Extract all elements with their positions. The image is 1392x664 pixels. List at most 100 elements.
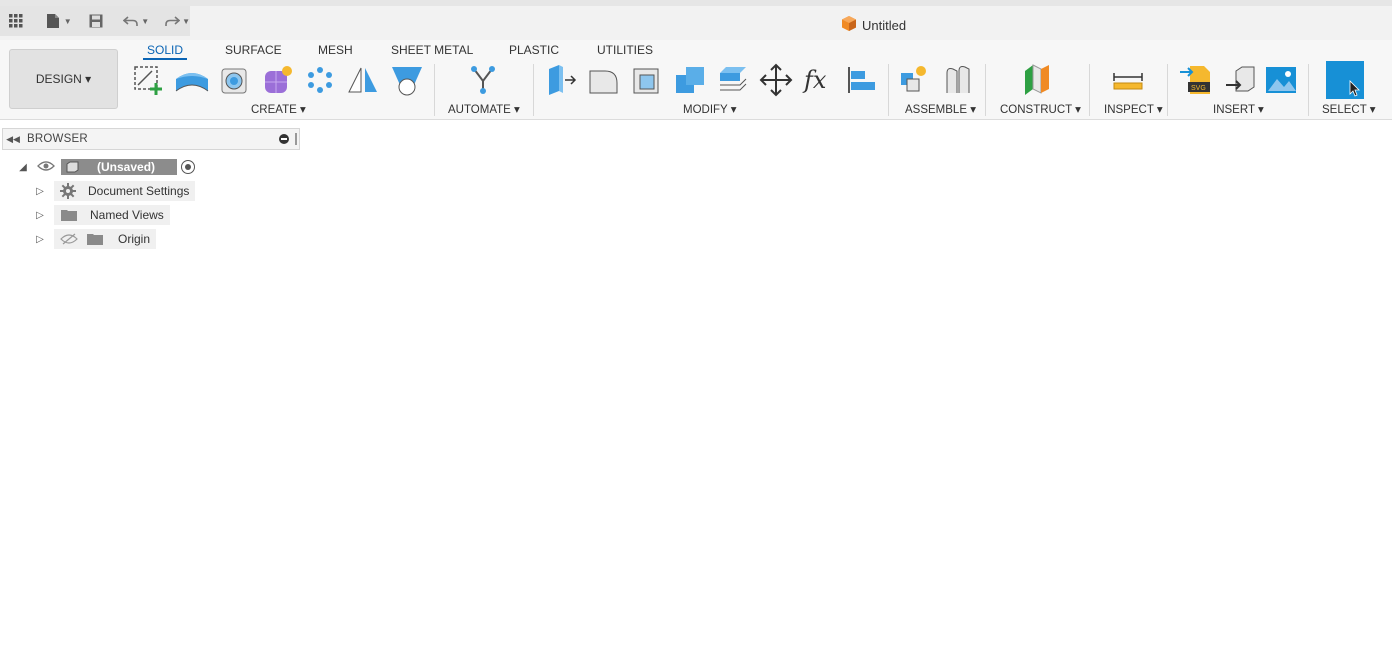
tab-plastic[interactable]: PLASTIC xyxy=(509,42,559,60)
automate-button[interactable] xyxy=(465,62,501,98)
fx-icon: fx xyxy=(802,66,827,94)
assemble-group-label[interactable]: ASSEMBLE ▾ xyxy=(905,102,976,116)
separator xyxy=(1089,64,1090,116)
joint-button[interactable] xyxy=(940,62,976,98)
svg-text:SVG: SVG xyxy=(1191,85,1206,92)
root-chip[interactable]: (Unsaved) xyxy=(61,159,178,175)
combine-icon xyxy=(676,67,704,93)
modify-group-label[interactable]: MODIFY ▾ xyxy=(683,102,736,116)
file-icon[interactable] xyxy=(43,10,64,32)
window-title: Untitled xyxy=(842,16,906,34)
canvas-viewport[interactable] xyxy=(300,121,1392,664)
insert-group-label[interactable]: INSERT ▾ xyxy=(1213,102,1264,116)
folder-icon xyxy=(87,234,103,245)
activate-radio[interactable] xyxy=(181,160,196,174)
separator xyxy=(888,64,889,116)
mirror-icon xyxy=(348,67,377,93)
tab-sheet-metal[interactable]: SHEET METAL xyxy=(391,42,473,60)
automate-icon xyxy=(471,66,495,94)
shell-button[interactable] xyxy=(629,62,665,98)
insert-canvas-button[interactable] xyxy=(1263,62,1299,98)
insert-mesh-button[interactable] xyxy=(1221,62,1257,98)
undo-icon[interactable] xyxy=(120,10,141,32)
insert-mesh-icon xyxy=(1226,66,1255,92)
tree-item-label: Origin xyxy=(118,232,151,246)
browser-item-named-views[interactable]: ▷ Named Views xyxy=(34,205,170,225)
pattern-icon xyxy=(308,67,332,93)
revolve-button[interactable] xyxy=(217,62,253,98)
shell-icon xyxy=(633,68,659,94)
offset-face-button[interactable] xyxy=(715,62,751,98)
save-icon[interactable] xyxy=(86,10,107,32)
gear-icon xyxy=(60,183,76,199)
expand-triangle-icon[interactable]: ▷ xyxy=(34,186,46,197)
root-label: (Unsaved) xyxy=(97,160,156,174)
select-button[interactable] xyxy=(1326,61,1364,99)
align-button[interactable] xyxy=(844,62,880,98)
pattern-button[interactable] xyxy=(302,62,338,98)
tree-chip: Named Views xyxy=(54,205,170,225)
browser-title: BROWSER xyxy=(27,133,88,145)
file-menu-caret[interactable]: ▼ xyxy=(64,17,72,26)
grid-icon[interactable] xyxy=(6,10,27,32)
redo-caret[interactable]: ▼ xyxy=(182,17,190,26)
separator xyxy=(985,64,986,116)
automate-group-label[interactable]: AUTOMATE ▾ xyxy=(448,102,520,116)
redo-icon[interactable] xyxy=(161,10,182,32)
form-button[interactable] xyxy=(260,62,296,98)
browser-item-document-settings[interactable]: ▷ Document Settings xyxy=(34,181,196,201)
workspace-switcher-button[interactable]: DESIGN ▾ xyxy=(9,49,118,109)
svg-text:fx: fx xyxy=(802,66,827,94)
expand-triangle-icon[interactable]: ▷ xyxy=(34,234,46,245)
measure-button[interactable] xyxy=(1110,62,1146,98)
minimize-browser-icon[interactable] xyxy=(279,134,289,144)
browser-header: ◀◀ BROWSER xyxy=(2,128,300,150)
insert-svg-icon: SVG xyxy=(1180,66,1210,94)
move-icon xyxy=(759,63,793,97)
mirror-button[interactable] xyxy=(345,62,381,98)
revolve-icon xyxy=(221,68,247,94)
offset-plane-button[interactable] xyxy=(1020,62,1056,98)
construct-group-label[interactable]: CONSTRUCT ▾ xyxy=(1000,102,1081,116)
fillet-button[interactable] xyxy=(586,62,622,98)
inspect-group-label[interactable]: INSPECT ▾ xyxy=(1104,102,1163,116)
select-group-label[interactable]: SELECT ▾ xyxy=(1322,102,1376,116)
folder-icon xyxy=(61,210,77,221)
separator xyxy=(434,64,435,116)
title-bar xyxy=(0,6,1392,40)
move-copy-button[interactable] xyxy=(758,62,794,98)
browser-resize-handle[interactable] xyxy=(295,133,297,145)
collapse-browser-icon[interactable]: ◀◀ xyxy=(3,134,23,145)
form-icon xyxy=(265,66,292,93)
browser-root-node[interactable]: ◢ (Unsaved) xyxy=(17,157,196,177)
tab-mesh[interactable]: MESH xyxy=(318,42,353,60)
insert-svg-button[interactable]: SVG xyxy=(1178,62,1214,98)
separator xyxy=(1167,64,1168,116)
document-title: Untitled xyxy=(862,17,907,33)
tree-chip: Origin xyxy=(54,229,157,249)
toolbar-ribbon: DESIGN ▾ SOLID SURFACE MESH SHEET METAL … xyxy=(0,40,1392,120)
tab-utilities[interactable]: UTILITIES xyxy=(597,42,653,60)
expand-triangle-icon[interactable]: ▷ xyxy=(34,210,46,221)
quick-access-toolbar: ▼ ▼ ▼ xyxy=(0,6,190,36)
create-sketch-button[interactable] xyxy=(131,62,167,98)
eye-icon[interactable] xyxy=(37,160,55,175)
tree-item-label: Named Views xyxy=(90,208,164,222)
create-more-button[interactable] xyxy=(389,62,425,98)
tab-solid[interactable]: SOLID xyxy=(143,42,188,60)
combine-button[interactable] xyxy=(672,62,708,98)
offset-face-icon xyxy=(720,67,747,91)
press-pull-button[interactable] xyxy=(542,62,578,98)
plane-icon xyxy=(1025,64,1049,95)
create-group-label[interactable]: CREATE ▾ xyxy=(251,102,306,116)
new-component-button[interactable] xyxy=(896,62,932,98)
component-icon xyxy=(66,161,79,173)
browser-item-origin[interactable]: ▷ Origin xyxy=(34,229,157,249)
undo-caret[interactable]: ▼ xyxy=(141,17,149,26)
expand-triangle-icon[interactable]: ◢ xyxy=(17,162,29,173)
tab-surface[interactable]: SURFACE xyxy=(225,42,282,60)
extrude-icon xyxy=(175,73,209,92)
extrude-button[interactable] xyxy=(174,62,210,98)
loft-icon xyxy=(392,67,422,96)
change-parameters-button[interactable]: fx xyxy=(801,62,837,98)
